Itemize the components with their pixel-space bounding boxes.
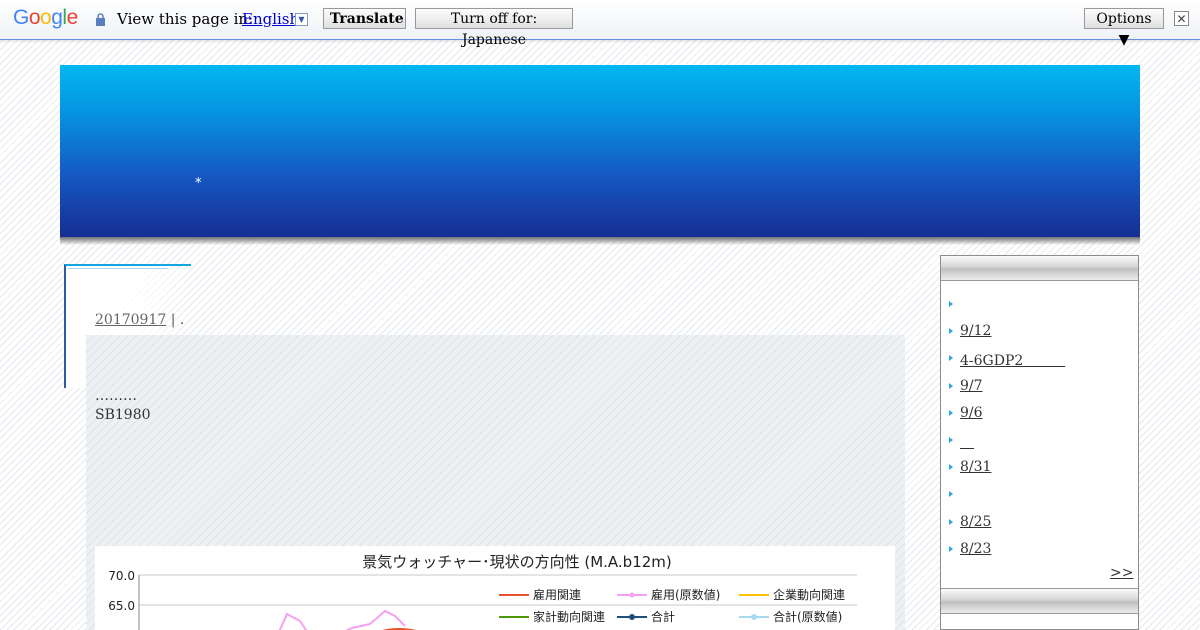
- close-icon[interactable]: ✕: [1174, 11, 1189, 26]
- bullet-icon: [949, 328, 953, 334]
- language-dropdown-icon[interactable]: ▼: [295, 13, 308, 26]
- recent-post-link[interactable]: 9/7: [960, 378, 983, 394]
- more-link[interactable]: >>: [1110, 565, 1133, 581]
- legend-label: 合計: [651, 609, 675, 624]
- turn-off-button[interactable]: Turn off for: Japanese: [415, 8, 573, 48]
- recent-post-link[interactable]: 8/23: [960, 541, 991, 557]
- legend-label: 合計(原数値): [773, 609, 842, 624]
- post-separator: | .: [170, 312, 185, 328]
- bullet-icon: [949, 410, 953, 416]
- bullet-icon: [949, 301, 953, 307]
- post-text-line: SB1980: [95, 407, 151, 423]
- bullet-icon: [949, 546, 953, 552]
- recent-post-link[interactable]: 9/6: [960, 405, 983, 421]
- bullet-icon: [949, 383, 953, 389]
- blog-header-banner: [60, 65, 1140, 237]
- chart-image-title: 景気ウォッチャー･現状の方向性 (M.A.b12m): [362, 553, 672, 571]
- recent-post-link[interactable]: 9/12: [960, 323, 991, 339]
- options-button[interactable]: Options ▼: [1084, 8, 1164, 48]
- sidebar-section-header: [941, 588, 1138, 614]
- lock-icon: [96, 13, 105, 26]
- translate-button[interactable]: Translate: [323, 8, 406, 29]
- embedded-chart-image: 景気ウォッチャー･現状の方向性 (M.A.b12m) 70.0 65.0 雇用関…: [95, 546, 895, 630]
- sidebar-section-header: [941, 256, 1138, 281]
- post-date-link[interactable]: 20170917: [95, 312, 166, 328]
- banner-star: *: [195, 176, 202, 191]
- bullet-icon: [949, 355, 953, 361]
- post-text-dots: ………: [95, 388, 137, 404]
- recent-post-link[interactable]: 8/31: [960, 459, 991, 475]
- legend-label: 雇用関連: [533, 587, 581, 602]
- recent-post-link[interactable]: 8/25: [960, 514, 991, 530]
- chart-line-raw-employment: [278, 609, 406, 630]
- y-tick-label: 70.0: [108, 569, 135, 583]
- google-logo: Google: [13, 6, 78, 29]
- y-tick-label: 65.0: [108, 599, 135, 613]
- banner-shadow: [60, 237, 1140, 245]
- bullet-icon: [949, 437, 953, 443]
- bullet-icon: [949, 519, 953, 525]
- bullet-icon: [949, 491, 953, 497]
- sidebar: 9/12 4-6GDP2 9/7 9/6 8/31 8/25 8/23 >>: [940, 255, 1139, 630]
- legend-label: 家計動向関連: [533, 609, 605, 624]
- language-link[interactable]: English: [242, 10, 299, 28]
- bullet-icon: [949, 464, 953, 470]
- view-page-label: View this page in:: [117, 10, 254, 28]
- post-header: 20170917 | .: [95, 312, 184, 328]
- recent-post-link[interactable]: [960, 432, 974, 452]
- legend-label: 企業動向関連: [773, 587, 845, 602]
- legend-label: 雇用(原数値): [651, 587, 720, 602]
- translate-bar: Google View this page in: English ▼ Tran…: [0, 0, 1200, 48]
- recent-post-link[interactable]: 4-6GDP2: [960, 350, 1065, 370]
